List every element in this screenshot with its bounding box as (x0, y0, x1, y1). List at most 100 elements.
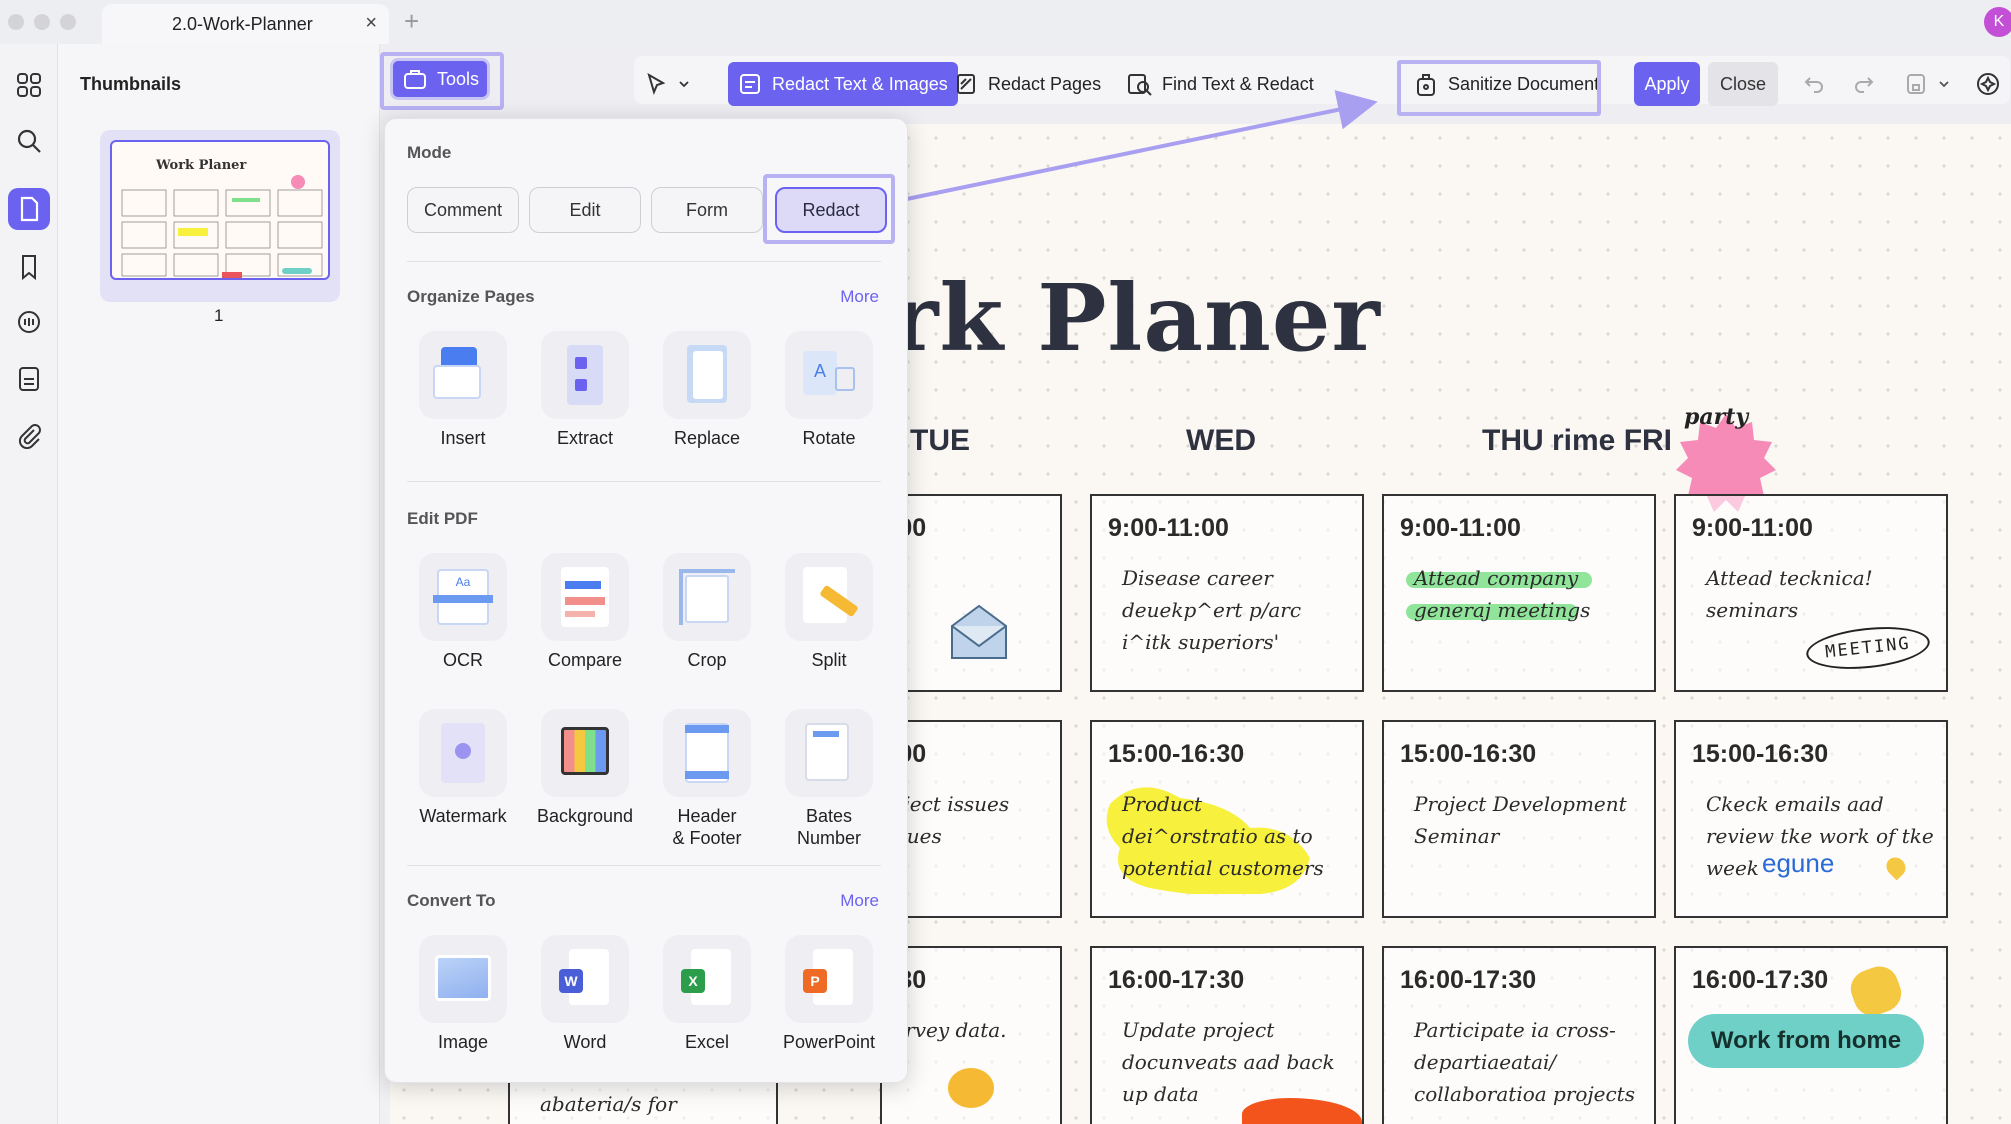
cell-time: 15:00-16:30 (1400, 740, 1537, 768)
tools-button[interactable]: Tools (390, 58, 490, 100)
word-icon: W (541, 935, 629, 1023)
convert-word-tool[interactable]: W Word (529, 935, 641, 1053)
schedule-cell-thu-2: 15:00-16:30 Project Development Seminar (1382, 720, 1656, 918)
clapping-hands-icon (1845, 961, 1907, 1021)
comment-icon (18, 311, 40, 333)
undo-icon (1804, 77, 1823, 93)
replace-tool[interactable]: Replace (651, 331, 763, 449)
toolbar: Tools Redact Text & Images Redact Pages … (380, 44, 2011, 124)
convert-image-tool[interactable]: Image (407, 935, 519, 1053)
save-button[interactable] (1896, 62, 1966, 106)
rail-thumbnails-button[interactable] (8, 188, 50, 230)
thumbnail-preview: Work Planer (110, 140, 330, 280)
search-icon (17, 129, 41, 153)
crop-tool[interactable]: Crop (651, 553, 763, 671)
organize-more-link[interactable]: More (840, 287, 879, 307)
find-text-redact-label: Find Text & Redact (1162, 73, 1314, 94)
find-text-redact-button[interactable]: Find Text & Redact (1116, 62, 1324, 106)
watermark-tool[interactable]: Watermark (407, 709, 519, 827)
save-icon (1907, 74, 1925, 94)
convert-word-label: Word (563, 1032, 607, 1052)
background-tool[interactable]: Background (529, 709, 641, 827)
extract-label: Extract (556, 428, 613, 448)
select-tool-button[interactable] (638, 62, 708, 106)
rail-comments-button[interactable] (8, 302, 50, 344)
redact-text-images-button[interactable]: Redact Text & Images (728, 62, 958, 106)
rail-home-button[interactable] (8, 64, 50, 106)
redo-button[interactable] (1844, 62, 1888, 106)
rail-attachments-button[interactable] (8, 414, 50, 456)
schedule-cell-fri-1: 9:00-11:00 Attead tecknica! seminars MEE… (1674, 494, 1948, 692)
watermark-icon (419, 709, 507, 797)
document-icon (19, 367, 39, 391)
window-minimize-control[interactable] (34, 14, 50, 30)
split-icon (785, 553, 873, 641)
compare-tool[interactable]: Compare (529, 553, 641, 671)
rotate-label: Rotate (802, 428, 856, 448)
document-tab[interactable]: 2.0-Work-Planner × (102, 4, 389, 44)
header-footer-label: Header & Footer (672, 806, 742, 848)
divider (407, 865, 881, 866)
bates-number-tool[interactable]: Bates Number (773, 709, 885, 849)
rail-search-button[interactable] (8, 120, 50, 162)
divider (407, 261, 881, 262)
split-label: Split (811, 650, 847, 670)
rail-forms-button[interactable] (8, 358, 50, 400)
convert-powerpoint-tool[interactable]: P PowerPoint (773, 935, 885, 1053)
crop-icon (663, 553, 751, 641)
extract-icon (541, 331, 629, 419)
window-close-control[interactable] (8, 14, 24, 30)
day-tue: TUE (910, 424, 970, 457)
schedule-cell-thu-1: 9:00-11:00 Attead company generaj meetin… (1382, 494, 1656, 692)
undo-button[interactable] (1794, 62, 1838, 106)
cell-time: 16:00-17:30 (1692, 966, 1829, 994)
redact-pages-icon (957, 74, 975, 94)
redact-annotation-box (763, 174, 895, 244)
chevron-down-icon (679, 81, 689, 88)
schedule-cell-wed-2: 15:00-16:30 Product dei^orstratio as to … (1090, 720, 1364, 918)
left-rail (0, 44, 58, 1124)
tab-close-icon[interactable]: × (365, 12, 377, 35)
app-window: 2.0-Work-Planner × + K Thumbnails Work P… (0, 0, 2011, 1124)
cell-text: Product dei^orstratio as to potential cu… (1122, 792, 1324, 880)
avatar[interactable]: K (1984, 7, 2011, 37)
mode-edit-button[interactable]: Edit (529, 187, 641, 233)
header-footer-icon (663, 709, 751, 797)
mode-form-button[interactable]: Form (651, 187, 763, 233)
cell-time: 9:00-11:00 (1400, 514, 1521, 542)
rotate-tool[interactable]: A Rotate (773, 331, 885, 449)
cell-text: Disease career deuekp^ert p/arc i^itk su… (1122, 566, 1302, 654)
new-tab-button[interactable]: + (404, 6, 419, 37)
grid-icon (17, 73, 41, 97)
schedule-cell-partial: abateria/s for temporarv^^actine (508, 1076, 778, 1124)
work-from-home-badge: Work from home (1688, 1014, 1924, 1068)
window-zoom-control[interactable] (60, 14, 76, 30)
convert-image-label: Image (437, 1032, 489, 1052)
apply-button[interactable]: Apply (1634, 62, 1700, 106)
close-button[interactable]: Close (1708, 62, 1778, 106)
split-tool[interactable]: Split (773, 553, 885, 671)
insert-tool[interactable]: Insert (407, 331, 519, 449)
rail-bookmark-button[interactable] (8, 246, 50, 288)
convert-more-link[interactable]: More (840, 891, 879, 911)
ocr-tool[interactable]: Aa OCR (407, 553, 519, 671)
redo-icon (1855, 77, 1874, 93)
mode-section-title: Mode (407, 143, 452, 162)
rotate-icon: A (785, 331, 873, 419)
toolbox-icon (404, 70, 426, 89)
ai-icon (1977, 73, 1999, 95)
ai-assistant-button[interactable] (1968, 62, 2010, 106)
mode-comment-button[interactable]: Comment (407, 187, 519, 233)
page-thumbnail[interactable]: Work Planer (100, 130, 340, 302)
redact-pages-button[interactable]: Redact Pages (944, 62, 1111, 106)
bates-number-icon (785, 709, 873, 797)
excel-icon: X (663, 935, 751, 1023)
page-icon (20, 196, 39, 222)
extract-tool[interactable]: Extract (529, 331, 641, 449)
convert-excel-tool[interactable]: X Excel (651, 935, 763, 1053)
redact-toolbar: Redact Text & Images Redact Pages Find T… (634, 56, 2010, 106)
thumbnail-grid-graphic (121, 175, 323, 278)
tools-popup: Mode Comment Edit Form Redact Organize P… (384, 118, 908, 1083)
sanitize-annotation-box (1397, 60, 1601, 116)
header-footer-tool[interactable]: Header & Footer (651, 709, 763, 849)
